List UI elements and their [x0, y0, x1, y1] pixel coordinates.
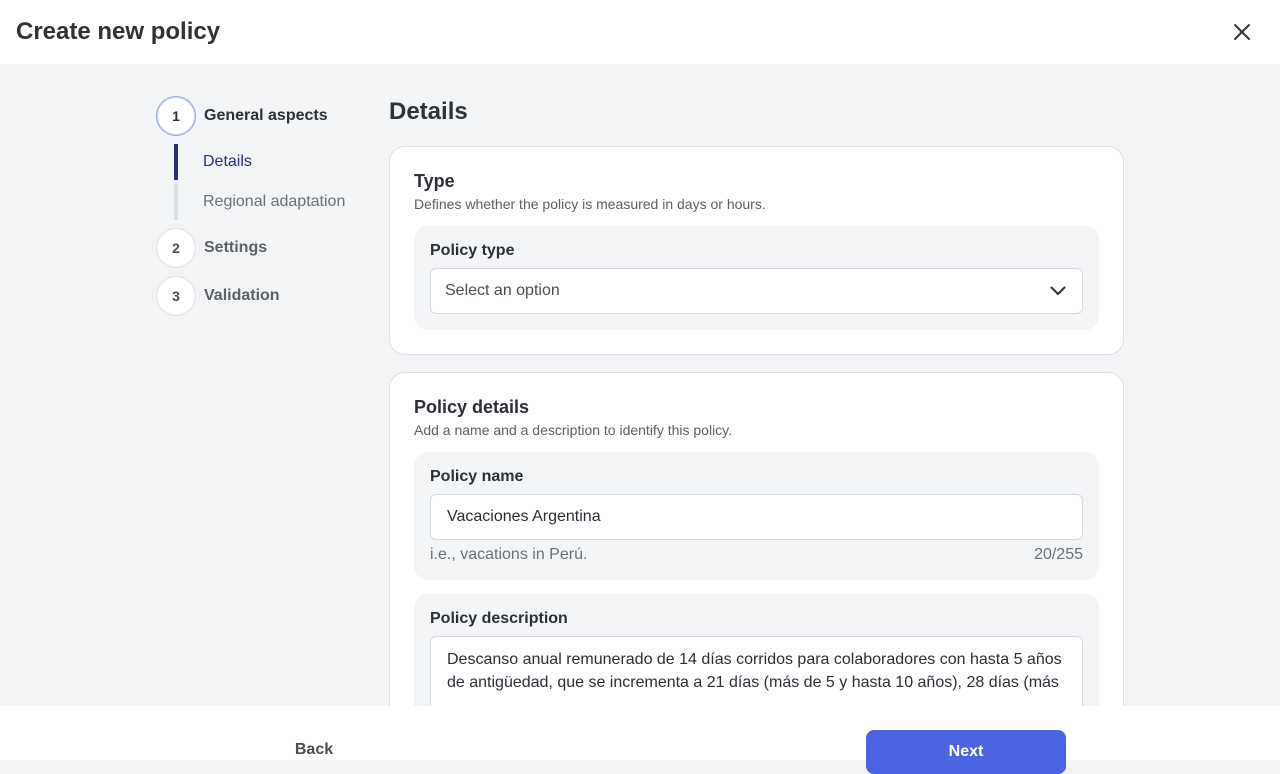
- select-placeholder: Select an option: [445, 282, 560, 299]
- back-button[interactable]: Back: [254, 730, 374, 770]
- card-title: Policy details: [414, 397, 530, 417]
- step-general-aspects[interactable]: 1 General aspects: [156, 96, 366, 136]
- policy-type-select[interactable]: Select an option: [430, 268, 1083, 314]
- stepper: 1 General aspects Details Regional adapt…: [156, 96, 366, 316]
- helper-row: i.e., vacations in Perú. 20/255: [430, 546, 1083, 564]
- card-subtitle: Add a name and a description to identify…: [414, 422, 733, 438]
- character-counter: 20/255: [1034, 546, 1083, 563]
- substep-details[interactable]: Details: [174, 144, 366, 180]
- next-button[interactable]: Next: [866, 730, 1066, 774]
- policy-description-field: Policy description Descanso anual remune…: [414, 594, 1099, 706]
- substep-regional-adaptation[interactable]: Regional adaptation: [174, 184, 366, 220]
- policy-description-textarea[interactable]: Descanso anual remunerado de 14 días cor…: [430, 636, 1083, 706]
- step-number: 3: [156, 276, 196, 316]
- policy-type-field: Policy type Select an option: [414, 226, 1099, 330]
- step-label: General aspects: [204, 107, 328, 124]
- step-number: 1: [156, 96, 196, 136]
- field-label: Policy name: [430, 468, 524, 485]
- substeps: Details Regional adaptation: [174, 144, 366, 220]
- field-label: Policy type: [430, 242, 515, 259]
- step-label: Settings: [204, 239, 268, 256]
- policy-name-input[interactable]: Vacaciones Argentina: [430, 494, 1083, 540]
- modal-footer: Back Next: [0, 706, 1280, 774]
- step-label: Validation: [204, 287, 280, 304]
- section-title: Details: [389, 98, 468, 125]
- policy-name-field: Policy name Vacaciones Argentina i.e., v…: [414, 452, 1099, 580]
- close-icon: [1234, 24, 1250, 40]
- policy-details-card: Policy details Add a name and a descript…: [389, 372, 1124, 706]
- card-subtitle: Defines whether the policy is measured i…: [414, 196, 766, 212]
- close-button[interactable]: [1228, 18, 1256, 46]
- field-label: Policy description: [430, 610, 568, 627]
- chevron-down-icon: [1050, 286, 1066, 295]
- step-number: 2: [156, 228, 196, 268]
- modal-header: Create new policy: [0, 0, 1280, 64]
- page-title: Create new policy: [16, 18, 221, 45]
- helper-text: i.e., vacations in Perú.: [430, 546, 588, 563]
- type-card: Type Defines whether the policy is measu…: [389, 146, 1124, 355]
- step-validation[interactable]: 3 Validation: [156, 276, 366, 316]
- main-content: Details Type Defines whether the policy …: [389, 64, 1124, 706]
- card-title: Type: [414, 171, 455, 191]
- step-settings[interactable]: 2 Settings: [156, 228, 366, 268]
- modal-body: 1 General aspects Details Regional adapt…: [0, 64, 1280, 706]
